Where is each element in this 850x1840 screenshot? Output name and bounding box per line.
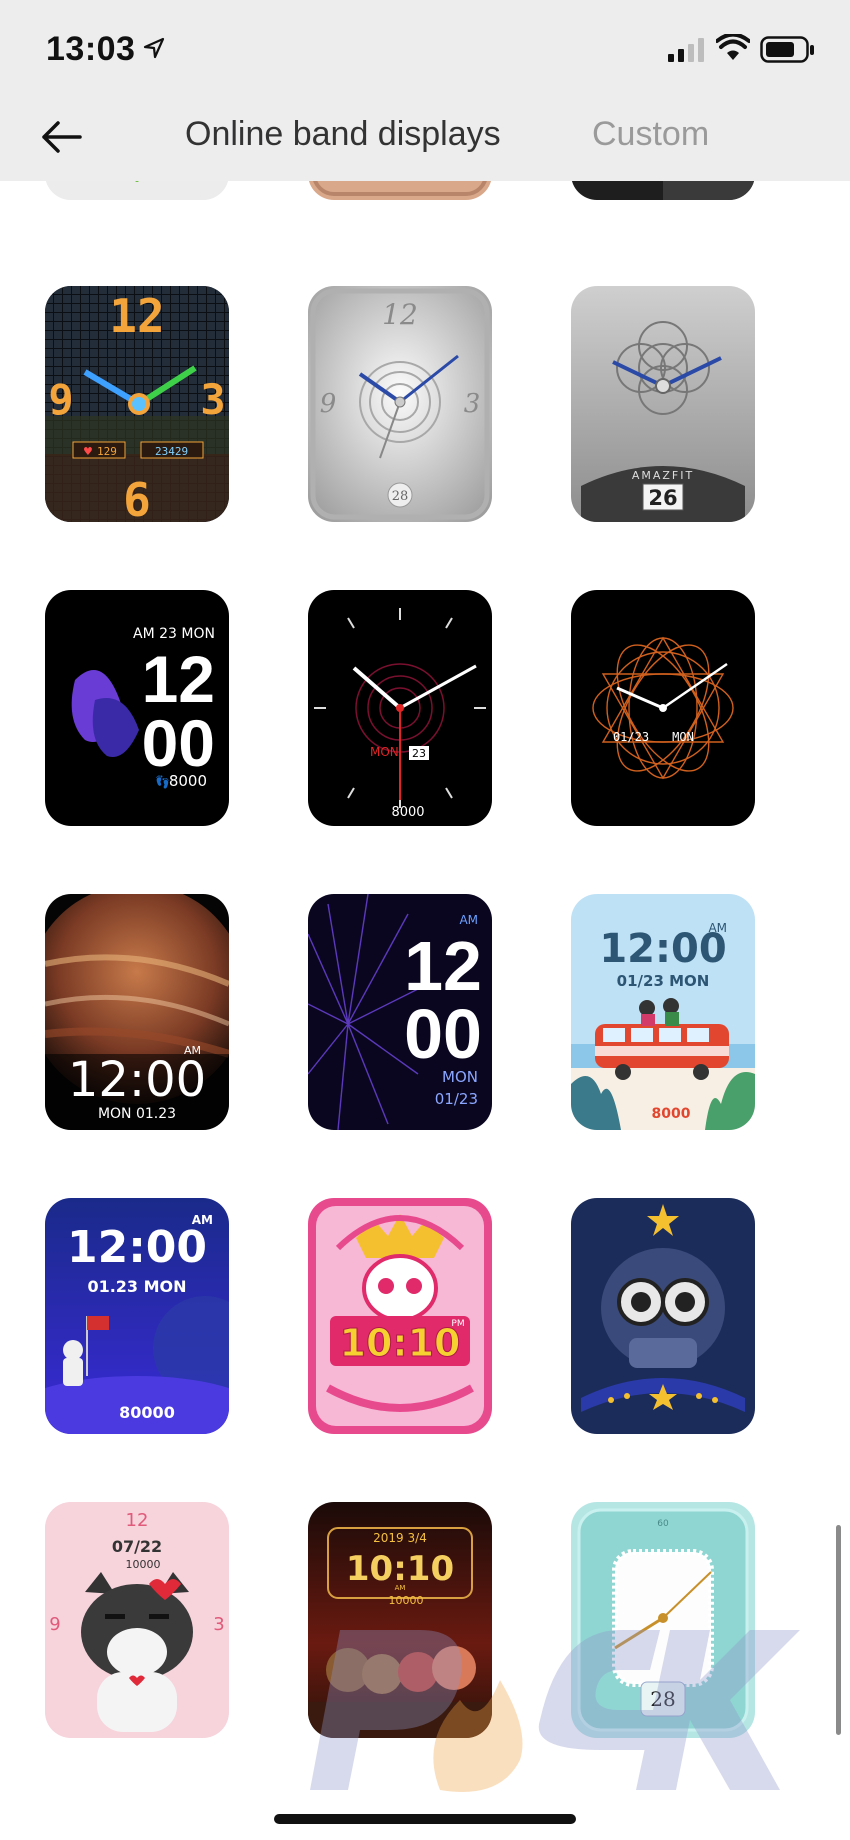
- arrow-left-icon: [42, 121, 82, 153]
- watch-face-butterfly[interactable]: AM 23 MON 12 00 8000 👣: [45, 590, 229, 826]
- svg-text:12:00: 12:00: [68, 1052, 206, 1108]
- svg-text:01.23 MON: 01.23 MON: [87, 1277, 186, 1296]
- watch-face-firework[interactable]: AM 12 00 MON 01/23: [308, 894, 492, 1130]
- watch-face-amazfit[interactable]: AMAZFIT 26: [571, 286, 755, 522]
- svg-text:12:00: 12:00: [67, 1222, 207, 1273]
- watch-face-pink-skull[interactable]: 10:10 PM: [308, 1198, 492, 1434]
- svg-text:12: 12: [126, 1510, 149, 1531]
- wifi-icon: [716, 34, 750, 60]
- svg-text:MON: MON: [442, 1068, 478, 1086]
- svg-text:12: 12: [142, 642, 215, 716]
- svg-text:👣: 👣: [155, 774, 170, 789]
- svg-text:6: 6: [123, 473, 151, 522]
- svg-text:MON: MON: [672, 730, 694, 744]
- svg-text:01/23 MON: 01/23 MON: [617, 972, 710, 990]
- watch-face-analog-dark[interactable]: MON 23 8000: [308, 590, 492, 826]
- scrollbar[interactable]: [836, 1525, 841, 1735]
- svg-text:10:10: 10:10: [340, 1321, 461, 1365]
- svg-text:2019 3/4: 2019 3/4: [373, 1531, 427, 1545]
- watch-face-bus[interactable]: AM 12:00 01/23 MON 8000: [571, 894, 755, 1130]
- svg-text:01/23: 01/23: [435, 1090, 478, 1108]
- location-arrow-icon: [143, 37, 165, 59]
- svg-text:12: 12: [404, 927, 482, 1005]
- svg-text:3: 3: [213, 1614, 224, 1635]
- svg-text:3: 3: [464, 389, 481, 419]
- pixel-hour-12: 12: [109, 289, 164, 343]
- svg-text:MON 01.23: MON 01.23: [98, 1106, 176, 1122]
- svg-text:28: 28: [650, 1687, 675, 1711]
- svg-text:AMAZFIT: AMAZFIT: [632, 469, 694, 482]
- app-header: 13:03 Online band displays Custom: [0, 0, 850, 181]
- svg-text:9: 9: [320, 389, 337, 419]
- back-button[interactable]: [36, 112, 86, 162]
- svg-text:00: 00: [404, 995, 482, 1073]
- page-title: Online band displays: [185, 115, 501, 153]
- svg-text:8000: 8000: [169, 772, 207, 790]
- svg-text:129: 129: [97, 445, 117, 458]
- svg-text:28: 28: [392, 489, 409, 504]
- tab-custom[interactable]: Custom: [592, 115, 709, 154]
- svg-text:AM 23 MON: AM 23 MON: [133, 626, 215, 642]
- svg-text:01/23: 01/23: [613, 730, 649, 744]
- watch-face-grid: 12 9 3 6 ♥ 129 23429 12 9 3 28 AMAZFIT 2…: [0, 0, 850, 1840]
- watch-face-planet[interactable]: AM 12:00 MON 01.23: [45, 894, 229, 1130]
- svg-text:9: 9: [48, 375, 73, 424]
- svg-text:07/22: 07/22: [112, 1537, 162, 1556]
- svg-text:80000: 80000: [119, 1403, 175, 1422]
- svg-text:00: 00: [142, 706, 215, 780]
- svg-text:♥: ♥: [83, 445, 93, 458]
- status-time: 13:03: [46, 30, 136, 68]
- watch-face-astronaut[interactable]: AM 12:00 01.23 MON 80000: [45, 1198, 229, 1434]
- svg-text:23429: 23429: [155, 445, 188, 458]
- svg-text:MON: MON: [370, 745, 399, 759]
- watch-face-teal[interactable]: 60 28: [571, 1502, 755, 1738]
- watch-face-bears[interactable]: 2019 3/4 10:10 AM 10000: [308, 1502, 492, 1738]
- svg-text:8000: 8000: [391, 805, 424, 820]
- svg-text:9: 9: [49, 1614, 60, 1635]
- svg-text:3: 3: [200, 375, 225, 424]
- watch-face-geometric[interactable]: 01/23 MON: [571, 590, 755, 826]
- svg-text:12:00: 12:00: [599, 926, 726, 972]
- svg-text:10000: 10000: [389, 1594, 424, 1607]
- svg-text:10:10: 10:10: [346, 1549, 454, 1589]
- watch-face-cat[interactable]: 12 07/22 10000 9 3 6: [45, 1502, 229, 1738]
- svg-text:12: 12: [382, 298, 418, 331]
- svg-text:60: 60: [657, 1519, 669, 1529]
- cellular-signal-icon: [668, 38, 704, 62]
- svg-text:10000: 10000: [126, 1558, 161, 1571]
- svg-text:8000: 8000: [652, 1106, 691, 1122]
- watch-face-robot[interactable]: [571, 1198, 755, 1434]
- watch-face-pixel[interactable]: 12 9 3 6 ♥ 129 23429: [45, 286, 229, 522]
- svg-text:26: 26: [648, 486, 677, 510]
- svg-text:23: 23: [412, 747, 426, 760]
- home-indicator[interactable]: [274, 1814, 576, 1824]
- battery-icon: [760, 36, 814, 63]
- svg-text:PM: PM: [451, 1319, 464, 1329]
- svg-text:AM: AM: [459, 913, 478, 927]
- svg-text:AM: AM: [395, 1584, 406, 1592]
- watch-face-silver-rose[interactable]: 12 9 3 28: [308, 286, 492, 522]
